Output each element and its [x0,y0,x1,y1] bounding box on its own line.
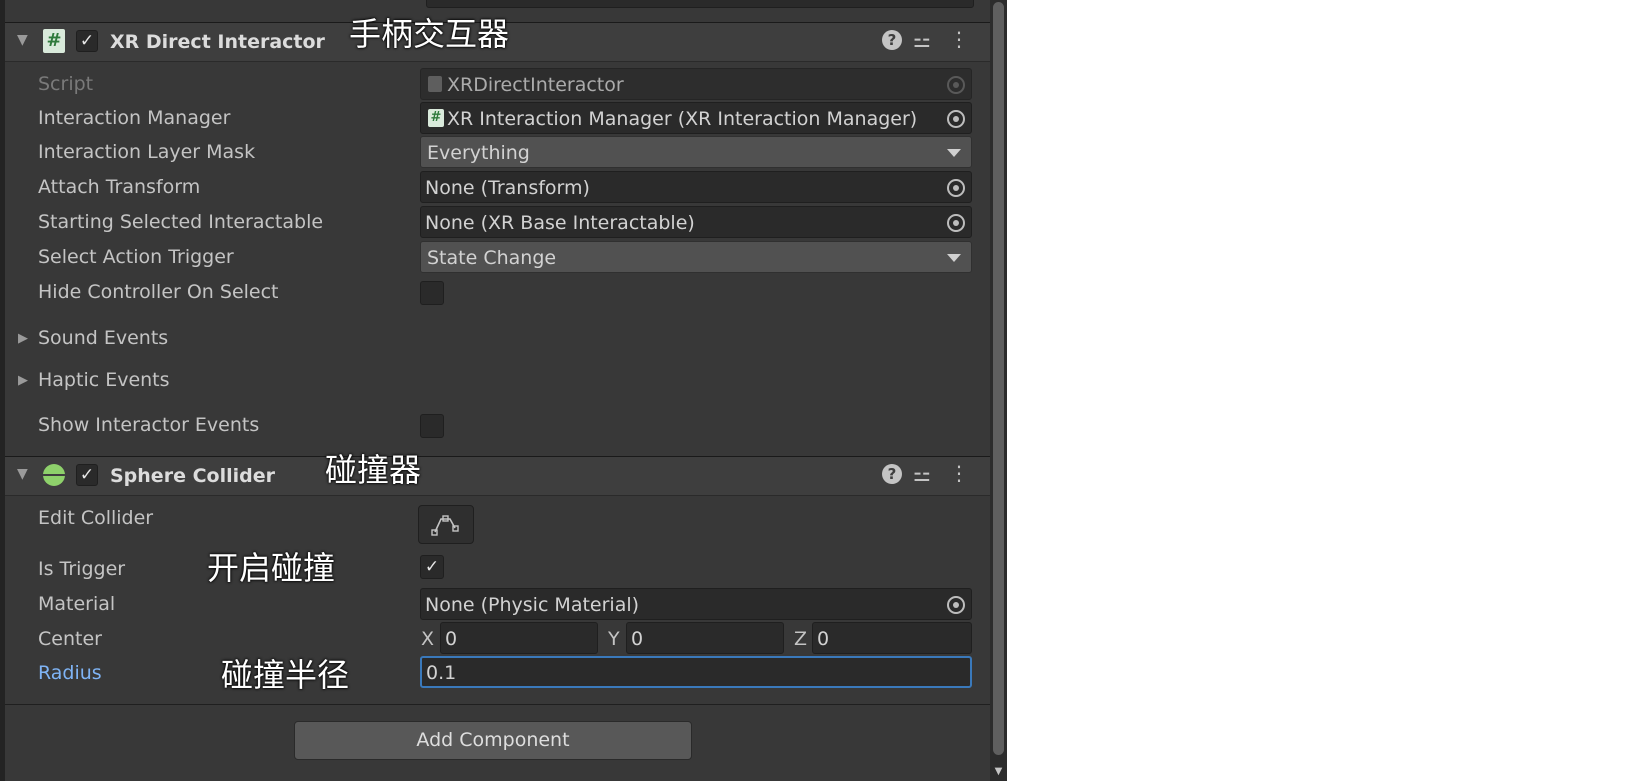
inspector-panel: ▼ # ✓ XR Direct Interactor ? ⚍ ⋮ 手柄交互器 S… [0,0,1007,781]
component-enabled-checkbox[interactable]: ✓ [76,464,98,486]
component-title: Sphere Collider [110,465,275,487]
material-field[interactable]: None (Physic Material) [420,588,972,620]
preset-sliders-icon[interactable]: ⚍ [913,463,931,485]
interaction-manager-label: Interaction Manager [38,107,231,129]
annotation-controller-interactor: 手柄交互器 [349,15,510,53]
script-value: XRDirectInteractor [447,74,624,96]
hide-controller-label: Hide Controller On Select [38,281,279,303]
interaction-manager-value: XR Interaction Manager (XR Interaction M… [447,108,918,130]
center-z-input[interactable]: 0 [812,622,972,654]
help-icon[interactable]: ? [882,464,902,484]
add-component-label: Add Component [416,729,570,751]
help-icon[interactable]: ? [882,30,902,50]
scrollbar-thumb[interactable] [993,2,1004,755]
hide-controller-checkbox[interactable] [420,281,444,305]
center-label: Center [38,628,102,650]
center-z-label: Z [794,628,808,650]
attach-transform-label: Attach Transform [38,176,201,198]
select-action-trigger-label: Select Action Trigger [38,246,234,268]
is-trigger-checkbox[interactable]: ✓ [420,555,444,579]
attach-transform-value: None (Transform) [425,177,590,199]
add-component-button[interactable]: Add Component [294,721,692,760]
select-action-trigger-dropdown[interactable]: State Change [420,241,972,273]
object-picker-icon[interactable] [947,214,965,232]
is-trigger-label: Is Trigger [38,558,126,580]
object-picker-icon [947,76,965,94]
sphere-collider-icon [43,464,65,486]
attach-transform-field[interactable]: None (Transform) [420,171,972,203]
interaction-layer-mask-dropdown[interactable]: Everything [420,136,972,168]
script-hash-icon: # [43,29,65,53]
material-label: Material [38,593,116,615]
interaction-layer-mask-label: Interaction Layer Mask [38,141,256,163]
previous-field-remnant [426,0,974,8]
expand-arrow-icon[interactable]: ▶ [18,331,28,346]
chevron-down-icon [947,254,961,262]
more-options-icon[interactable]: ⋮ [949,28,969,50]
center-x-value: 0 [445,628,458,650]
center-x-label: X [421,628,435,650]
sphere-collider-header[interactable]: ▼ ✓ Sphere Collider ? ⚍ ⋮ [5,456,990,496]
preset-sliders-icon[interactable]: ⚍ [913,29,931,51]
component-divider [5,704,990,705]
panel-edge [0,0,5,781]
edit-collider-label: Edit Collider [38,507,154,529]
haptic-events-foldout[interactable]: Haptic Events [38,368,170,392]
show-interactor-events-checkbox[interactable] [420,414,444,438]
interaction-manager-field[interactable]: # XR Interaction Manager (XR Interaction… [420,102,972,134]
collapse-arrow-icon[interactable]: ▼ [17,466,28,482]
radius-label: Radius [38,662,102,684]
more-options-icon[interactable]: ⋮ [949,462,969,484]
edit-collider-button[interactable] [418,505,474,544]
center-y-input[interactable]: 0 [626,622,784,654]
collapse-arrow-icon[interactable]: ▼ [17,32,28,48]
center-y-value: 0 [631,628,644,650]
center-y-label: Y [608,628,620,650]
annotation-enable-collision: 开启碰撞 [207,549,336,587]
show-interactor-events-label: Show Interactor Events [38,414,260,436]
material-value: None (Physic Material) [425,594,640,616]
expand-arrow-icon[interactable]: ▶ [18,373,28,388]
starting-selected-field[interactable]: None (XR Base Interactable) [420,206,972,238]
object-picker-icon[interactable] [947,596,965,614]
center-x-input[interactable]: 0 [440,622,598,654]
scroll-down-arrow-icon[interactable]: ▼ [991,765,1006,779]
interaction-layer-mask-value: Everything [427,142,530,164]
component-enabled-checkbox[interactable]: ✓ [76,30,98,52]
radius-value: 0.1 [426,662,457,684]
starting-selected-value: None (XR Base Interactable) [425,212,695,234]
component-title: XR Direct Interactor [110,31,325,53]
script-field: XRDirectInteractor [420,68,972,100]
annotation-collision-radius: 碰撞半径 [221,656,350,694]
sound-events-foldout[interactable]: Sound Events [38,326,168,350]
object-picker-icon[interactable] [947,110,965,128]
select-action-trigger-value: State Change [427,247,557,269]
chevron-down-icon [947,149,961,157]
script-file-icon: # [428,109,444,127]
starting-selected-label: Starting Selected Interactable [38,211,324,233]
annotation-collider: 碰撞器 [325,451,422,489]
edit-collider-icon [431,515,459,536]
center-z-value: 0 [817,628,830,650]
object-picker-icon[interactable] [947,179,965,197]
script-file-icon [428,76,442,92]
script-label: Script [38,73,94,95]
radius-input[interactable]: 0.1 [420,656,972,688]
